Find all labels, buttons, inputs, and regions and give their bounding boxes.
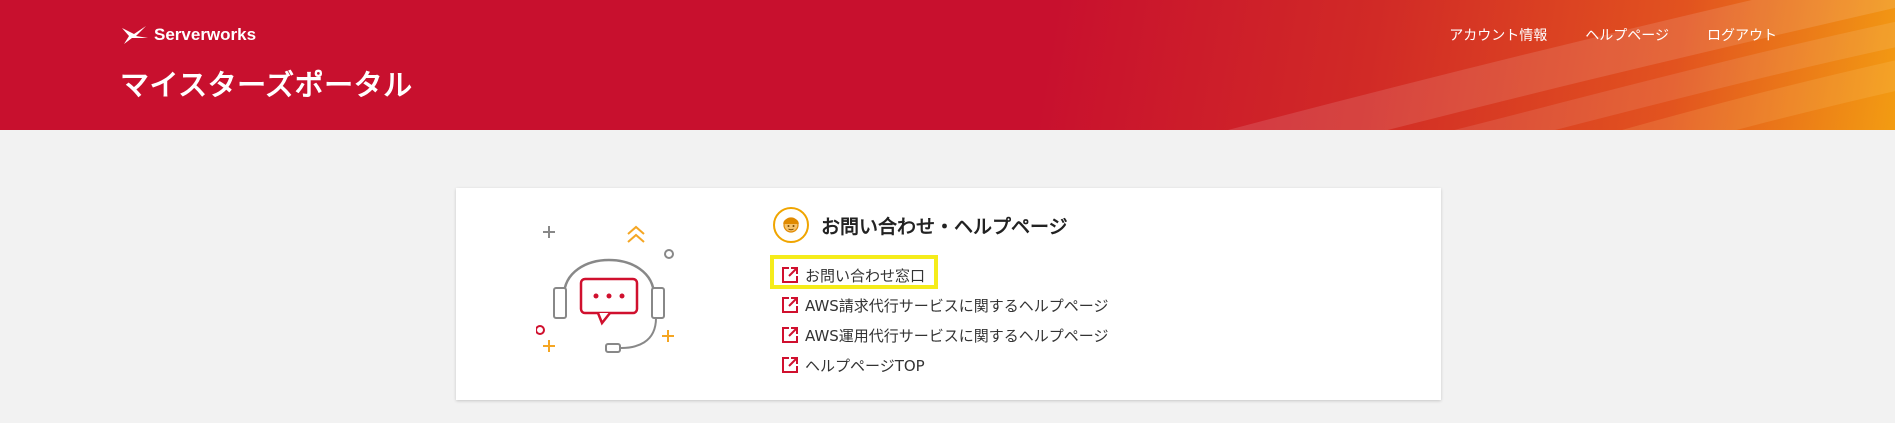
external-link-icon: [781, 356, 799, 374]
headset-chat-icon: [535, 218, 686, 378]
link-help-top[interactable]: ヘルプページTOP: [781, 350, 1109, 380]
link-aws-operations-help[interactable]: AWS運用代行サービスに関するヘルプページ: [781, 320, 1109, 350]
support-agent-icon: [773, 207, 809, 243]
card-header: お問い合わせ・ヘルプページ: [773, 207, 1068, 243]
support-card: お問い合わせ・ヘルプページ お問い合わせ窓口 AWS請求代行サービスに関するヘル…: [456, 188, 1441, 400]
page-header: Serverworks マイスターズポータル アカウント情報 ヘルプページ ログ…: [0, 0, 1895, 130]
brand-name: Serverworks: [154, 25, 257, 44]
header-swoosh-decoration: [1227, 0, 1895, 130]
nav-logout[interactable]: ログアウト: [1707, 25, 1777, 45]
link-aws-billing-help[interactable]: AWS請求代行サービスに関するヘルプページ: [781, 290, 1109, 320]
link-label: AWS運用代行サービスに関するヘルプページ: [805, 326, 1109, 345]
link-label: AWS請求代行サービスに関するヘルプページ: [805, 296, 1109, 315]
serverworks-logo-icon: [120, 24, 150, 46]
brand-logo[interactable]: Serverworks: [120, 24, 256, 46]
portal-title: マイスターズポータル: [120, 68, 413, 102]
top-navigation: アカウント情報 ヘルプページ ログアウト: [1449, 25, 1777, 45]
nav-account-info[interactable]: アカウント情報: [1449, 25, 1547, 45]
link-contact-window[interactable]: お問い合わせ窓口: [770, 255, 1109, 290]
external-link-icon: [781, 296, 799, 314]
card-title: お問い合わせ・ヘルプページ: [821, 215, 1068, 238]
link-label: ヘルプページTOP: [805, 356, 925, 375]
link-label: お問い合わせ窓口: [805, 266, 926, 285]
external-link-icon: [781, 266, 799, 284]
help-links-list: お問い合わせ窓口 AWS請求代行サービスに関するヘルプページ AWS運用代行サー…: [770, 255, 1109, 380]
nav-help-page[interactable]: ヘルプページ: [1585, 25, 1669, 45]
external-link-icon: [781, 326, 799, 344]
